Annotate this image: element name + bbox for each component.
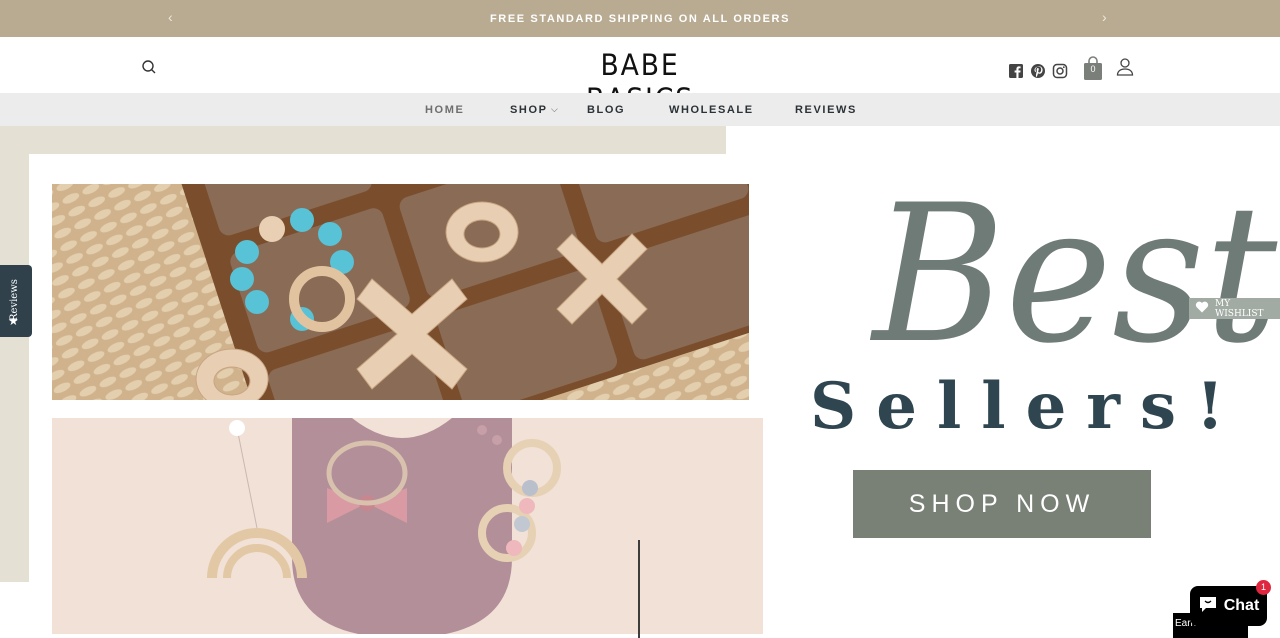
- chevron-down-icon[interactable]: ⌵: [551, 104, 558, 115]
- reviews-side-tab[interactable]: Reviews ★: [0, 265, 32, 337]
- account-icon[interactable]: [1116, 57, 1134, 77]
- shop-now-button[interactable]: SHOP NOW: [853, 470, 1151, 538]
- cart-icon[interactable]: 0: [1083, 55, 1103, 81]
- heart-icon: [1195, 301, 1209, 316]
- star-icon: ★: [8, 314, 19, 328]
- chat-label: Chat: [1223, 597, 1260, 614]
- nav-item-home[interactable]: HOME: [425, 104, 464, 116]
- social-links: [1008, 63, 1068, 79]
- wishlist-label: MY WISHLIST: [1215, 298, 1264, 319]
- announcement-text: FREE STANDARD SHIPPING ON ALL ORDERS: [489, 12, 791, 25]
- hero-headline: Sellers!: [810, 369, 1245, 444]
- chat-unread-badge: 1: [1256, 580, 1271, 595]
- chat-button[interactable]: Chat: [1190, 586, 1267, 626]
- announcement-bar: ‹ FREE STANDARD SHIPPING ON ALL ORDERS ›: [0, 0, 1280, 37]
- announcement-next-arrow[interactable]: ›: [1102, 9, 1107, 25]
- decorative-line: [638, 540, 640, 638]
- search-icon[interactable]: [140, 58, 158, 76]
- hero-script-word: Best: [872, 164, 1278, 385]
- main-nav: HOME SHOP ⌵ BLOG WHOLESALE REVIEWS: [0, 93, 1280, 126]
- nav-item-wholesale[interactable]: WHOLESALE: [669, 104, 754, 116]
- cart-count: 0: [1090, 64, 1096, 74]
- my-wishlist-button[interactable]: MY WISHLIST: [1189, 298, 1280, 319]
- pinterest-icon[interactable]: [1030, 63, 1046, 79]
- nav-item-blog[interactable]: BLOG: [587, 104, 625, 116]
- site-header: BABE BASICS 0: [0, 37, 1280, 116]
- nav-item-shop[interactable]: SHOP: [510, 104, 548, 116]
- chat-bubble-icon: [1198, 595, 1218, 618]
- instagram-icon[interactable]: [1052, 63, 1068, 79]
- hero-image-tic-tac-toe: [52, 184, 749, 400]
- facebook-icon[interactable]: [1008, 63, 1024, 79]
- announcement-prev-arrow[interactable]: ‹: [168, 9, 173, 25]
- nav-item-reviews[interactable]: REVIEWS: [795, 104, 857, 116]
- hero-image-bib: [52, 418, 763, 634]
